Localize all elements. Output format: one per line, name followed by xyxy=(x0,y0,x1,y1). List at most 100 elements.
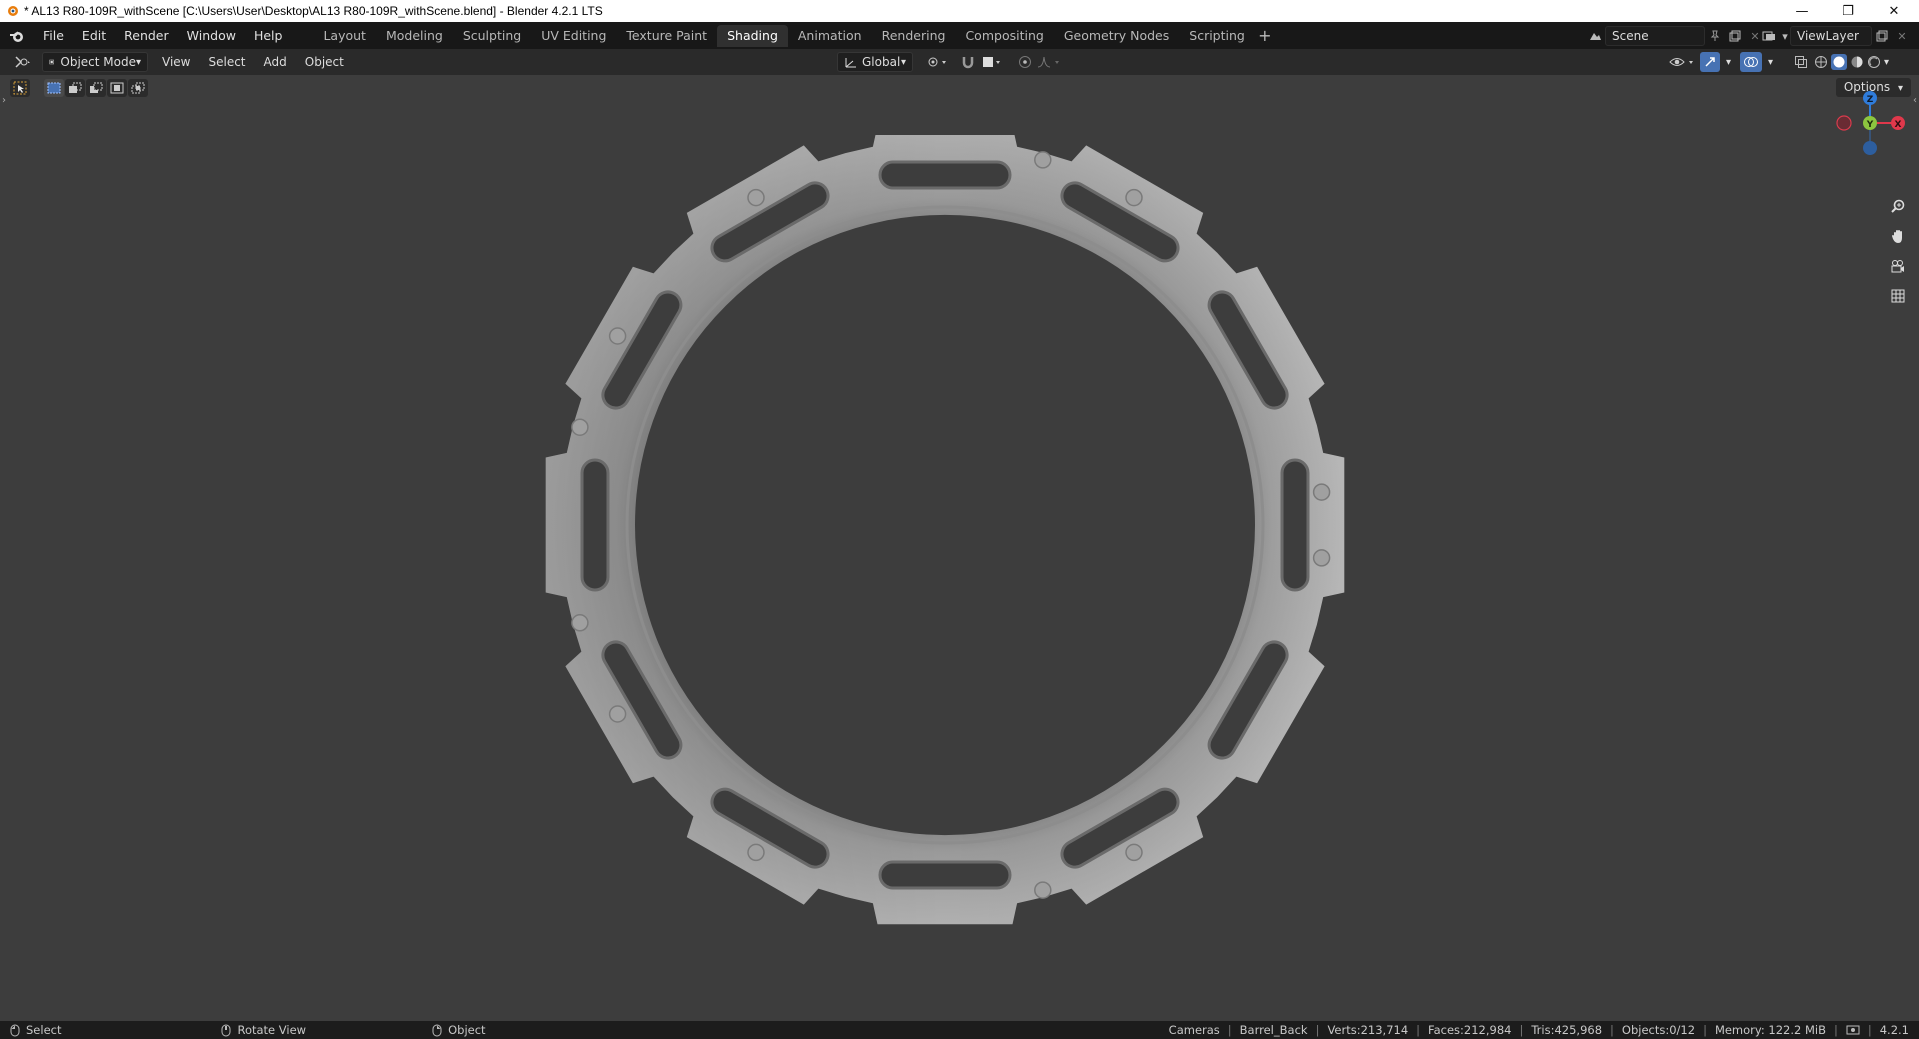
new-viewlayer-icon[interactable] xyxy=(1872,26,1892,46)
eye-icon xyxy=(1669,58,1693,66)
select-extend-icon[interactable] xyxy=(65,79,85,97)
stat-objects: Objects:0/12 xyxy=(1621,1023,1696,1037)
camera-view-icon[interactable] xyxy=(1885,253,1911,279)
editor-type-button[interactable] xyxy=(8,52,38,72)
rendered-shading-icon[interactable] xyxy=(1867,55,1881,69)
tab-sculpting[interactable]: Sculpting xyxy=(453,25,531,47)
barrel-back-mesh[interactable] xyxy=(530,135,1360,985)
menu-add[interactable]: Add xyxy=(258,52,293,72)
overlays-icon xyxy=(1744,57,1758,67)
shading-modes: ▾ xyxy=(1808,52,1895,72)
chevron-down-icon: ▾ xyxy=(1768,56,1774,68)
tab-uv-editing[interactable]: UV Editing xyxy=(531,25,616,47)
status-rotate: Rotate View xyxy=(221,1023,306,1037)
tab-modeling[interactable]: Modeling xyxy=(376,25,453,47)
new-scene-icon[interactable] xyxy=(1725,26,1745,46)
menu-window[interactable]: Window xyxy=(178,25,245,47)
bolt-hole xyxy=(608,327,627,345)
tab-geometry-nodes[interactable]: Geometry Nodes xyxy=(1054,25,1179,47)
select-invert-icon[interactable] xyxy=(107,79,127,97)
menu-file[interactable]: File xyxy=(34,25,73,47)
stat-verts: Verts:213,714 xyxy=(1327,1023,1409,1037)
snap-increment-icon xyxy=(983,57,1000,67)
add-workspace-button[interactable]: + xyxy=(1255,25,1275,47)
menu-edit[interactable]: Edit xyxy=(73,25,115,47)
workspace-tabs: Layout Modeling Sculpting UV Editing Tex… xyxy=(313,24,1275,47)
restore-button[interactable]: ❐ xyxy=(1825,0,1871,22)
toolbar-expand-icon[interactable]: › xyxy=(2,95,6,106)
viewlayer-name-field[interactable]: ViewLayer xyxy=(1790,26,1872,46)
tab-texture-paint[interactable]: Texture Paint xyxy=(616,25,717,47)
stat-collection: Cameras xyxy=(1168,1023,1220,1037)
stat-version: 4.2.1 xyxy=(1879,1023,1909,1037)
menu-select[interactable]: Select xyxy=(202,52,251,72)
tab-rendering[interactable]: Rendering xyxy=(872,25,956,47)
gizmo-negative-z[interactable] xyxy=(1863,141,1877,155)
chevron-down-icon[interactable]: ▾ xyxy=(1884,57,1889,68)
select-mode-tools xyxy=(10,79,148,97)
tab-scripting[interactable]: Scripting xyxy=(1179,25,1255,47)
svg-text:Y: Y xyxy=(1866,120,1874,130)
bolt-hole xyxy=(1312,483,1331,501)
transform-orientation-dropdown[interactable]: Global ▾ xyxy=(837,52,913,72)
mode-dropdown[interactable]: Object Mode ▾ xyxy=(42,52,148,72)
visibility-dropdown[interactable] xyxy=(1662,52,1702,72)
tab-shading[interactable]: Shading xyxy=(717,24,788,47)
pin-icon[interactable] xyxy=(1705,26,1725,46)
ring-lighting xyxy=(545,135,1345,925)
chevron-down-icon: ▾ xyxy=(1726,56,1732,68)
select-subtract-icon[interactable] xyxy=(86,79,106,97)
status-select-label: Select xyxy=(26,1023,62,1037)
solid-shading-icon[interactable] xyxy=(1831,54,1847,70)
gizmo-toggle[interactable] xyxy=(1700,52,1720,72)
viewlayer-icon[interactable] xyxy=(1760,26,1780,46)
close-button[interactable]: ✕ xyxy=(1871,0,1917,22)
viewlayer-selector: ▾ ViewLayer ✕ xyxy=(1760,26,1912,46)
grid-perspective-icon[interactable] xyxy=(1885,283,1911,309)
pivot-icon xyxy=(928,57,946,67)
bolt-hole xyxy=(608,705,627,723)
select-intersect-icon[interactable] xyxy=(128,79,148,97)
select-new-icon[interactable] xyxy=(44,79,64,97)
chevron-down-icon: ▾ xyxy=(900,56,906,68)
scene-icon[interactable] xyxy=(1585,26,1605,46)
zoom-view-icon[interactable] xyxy=(1885,193,1911,219)
menu-render[interactable]: Render xyxy=(115,25,178,47)
falloff-dropdown[interactable] xyxy=(1030,52,1068,72)
object-mode-icon xyxy=(49,59,54,65)
tab-layout[interactable]: Layout xyxy=(313,25,376,47)
menu-view[interactable]: View xyxy=(156,52,196,72)
tab-animation[interactable]: Animation xyxy=(788,25,872,47)
bolt-hole xyxy=(1125,188,1143,207)
falloff-curve-icon xyxy=(1037,56,1059,68)
orientation-label: Global xyxy=(862,55,901,69)
ring-slot xyxy=(878,160,1012,190)
scene-name-field[interactable]: Scene xyxy=(1605,26,1705,46)
overlays-dropdown[interactable]: ▾ xyxy=(1762,52,1779,72)
snap-target-dropdown[interactable] xyxy=(975,52,1009,72)
orientation-icon xyxy=(845,58,856,68)
stat-active-object: Barrel_Back xyxy=(1239,1023,1308,1037)
blender-logo-icon[interactable] xyxy=(0,25,34,47)
pivot-point-button[interactable] xyxy=(920,52,954,72)
material-shading-icon[interactable] xyxy=(1850,55,1864,69)
tab-compositing[interactable]: Compositing xyxy=(955,25,1053,47)
pan-view-icon[interactable] xyxy=(1885,223,1911,249)
delete-viewlayer-icon[interactable]: ✕ xyxy=(1892,26,1912,46)
menu-help[interactable]: Help xyxy=(245,25,292,47)
blender-app-icon xyxy=(4,3,20,19)
chevron-down-icon[interactable]: ▾ xyxy=(1780,26,1790,46)
magnet-icon xyxy=(962,57,974,69)
navigation-gizmo[interactable]: Z X Y xyxy=(1825,90,1915,170)
overlays-toggle[interactable] xyxy=(1740,52,1762,72)
bolt-hole xyxy=(1125,843,1143,862)
3d-viewport[interactable]: Options ▾ › ‹ Z X Y xyxy=(0,75,1919,1021)
menu-object[interactable]: Object xyxy=(299,52,350,72)
gizmo-dropdown[interactable]: ▾ xyxy=(1720,52,1737,72)
select-tool-icon[interactable] xyxy=(10,79,30,97)
ring-slot xyxy=(878,860,1012,890)
selection-mode-group xyxy=(44,79,148,97)
wireframe-shading-icon[interactable] xyxy=(1814,55,1828,69)
editor-type-icon xyxy=(15,56,30,68)
minimize-button[interactable]: — xyxy=(1779,0,1825,22)
